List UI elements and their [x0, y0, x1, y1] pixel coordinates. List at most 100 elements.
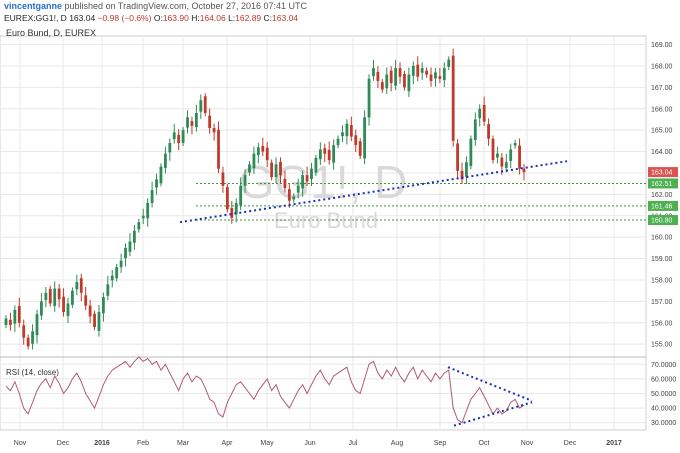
candle — [88, 305, 92, 317]
candle — [75, 282, 79, 290]
candle — [168, 143, 172, 153]
candle — [97, 312, 101, 331]
candle — [296, 185, 300, 193]
time-tick-label: Feb — [137, 440, 149, 447]
candle — [310, 168, 313, 179]
time-axis[interactable]: Nov Dec 2016 Feb Mar Apr May Jun Jul Aug Sep Oct Nov… — [14, 440, 622, 447]
candle — [212, 128, 216, 133]
price-tick-label: 164.00 — [651, 149, 673, 156]
candle — [252, 153, 256, 169]
candle — [190, 121, 194, 126]
candle — [230, 208, 234, 218]
candle — [442, 68, 446, 81]
time-tick-label: 2016 — [94, 440, 110, 447]
candle — [199, 100, 203, 112]
candle — [53, 288, 57, 307]
candle — [376, 71, 380, 81]
candle — [504, 162, 508, 168]
candle — [31, 331, 34, 344]
price-tick-label: 166.00 — [651, 106, 673, 113]
time-tick-label: Mar — [177, 440, 190, 447]
price-tick-label: 169.00 — [651, 42, 673, 49]
candle — [336, 138, 340, 146]
rsi-tick-label: 70.0000 — [651, 362, 676, 369]
price-tick-label: 156.00 — [651, 320, 673, 327]
time-tick-label: Jun — [304, 440, 315, 447]
candle — [465, 162, 468, 177]
chart-frame — [0, 35, 647, 431]
candle — [403, 74, 406, 88]
rsi-tick-label: 40.0000 — [651, 406, 676, 413]
price-axis[interactable]: 155.00 156.00 157.00 158.00 159.00 160.00 161.… — [651, 42, 673, 349]
candle — [372, 68, 375, 77]
candle — [57, 288, 61, 300]
candle — [385, 74, 389, 89]
rsi-axis[interactable]: 30.0000 40.0000 50.0000 60.0000 70.0000 — [651, 362, 676, 427]
candle — [79, 278, 83, 293]
candle — [163, 153, 167, 168]
candle — [473, 119, 477, 141]
price-chart[interactable]: GG1!, D Euro Bund 155.00156.00157.00158.… — [0, 0, 680, 453]
candle — [115, 267, 119, 279]
candle — [155, 179, 158, 188]
candle — [106, 284, 110, 296]
time-tick-label: Oct — [479, 440, 490, 447]
candle — [71, 290, 74, 305]
time-tick-label: Apr — [222, 440, 234, 447]
chart-title: Euro Bund, D, EUREX — [6, 28, 97, 38]
price-tick-label: 155.00 — [651, 342, 673, 349]
candle — [265, 147, 269, 161]
candle — [234, 202, 238, 215]
candle — [40, 301, 43, 316]
candle — [491, 138, 495, 161]
candle — [203, 96, 207, 114]
candle — [367, 78, 371, 118]
support-tag: 160.80 — [651, 218, 673, 225]
candle — [248, 164, 251, 173]
candle — [398, 68, 402, 77]
candle — [172, 132, 176, 140]
candle — [159, 166, 163, 184]
candle — [150, 190, 154, 203]
candle — [208, 115, 212, 129]
candle — [416, 64, 420, 77]
time-tick-label: Nov — [521, 440, 534, 447]
last-price-tag: 163.04 — [651, 170, 673, 177]
candle — [411, 65, 415, 76]
rsi-tick-label: 30.0000 — [651, 420, 676, 427]
time-tick-label: Aug — [391, 440, 404, 447]
candle — [434, 72, 437, 79]
candle — [132, 230, 136, 243]
candle — [62, 296, 65, 313]
candle — [429, 74, 433, 81]
candle — [389, 70, 393, 84]
candle — [407, 74, 411, 92]
candle — [225, 187, 229, 210]
candle — [332, 145, 336, 163]
candle — [301, 175, 305, 189]
candle — [194, 113, 198, 128]
candle — [509, 149, 513, 161]
candle — [84, 295, 88, 306]
rsi-title: RSI (14, close) — [6, 368, 59, 377]
candle — [26, 337, 30, 347]
time-tick-label: 2017 — [606, 440, 622, 447]
candle — [9, 319, 12, 325]
price-tick-label: 167.00 — [651, 85, 673, 92]
price-tick-label: 157.00 — [651, 299, 673, 306]
candle — [513, 143, 517, 146]
candle — [274, 164, 278, 178]
candle — [420, 68, 424, 73]
rsi-tick-label: 50.0000 — [651, 391, 676, 398]
candle — [500, 157, 504, 167]
candle — [478, 108, 482, 119]
candle — [305, 175, 309, 182]
time-tick-label: Dec — [564, 440, 577, 447]
candle — [93, 313, 96, 328]
candle — [292, 196, 296, 200]
time-tick-label: Dec — [57, 440, 70, 447]
time-tick-label: Jul — [349, 440, 358, 447]
candle — [518, 145, 521, 169]
candle — [137, 222, 141, 230]
candle — [124, 247, 127, 259]
